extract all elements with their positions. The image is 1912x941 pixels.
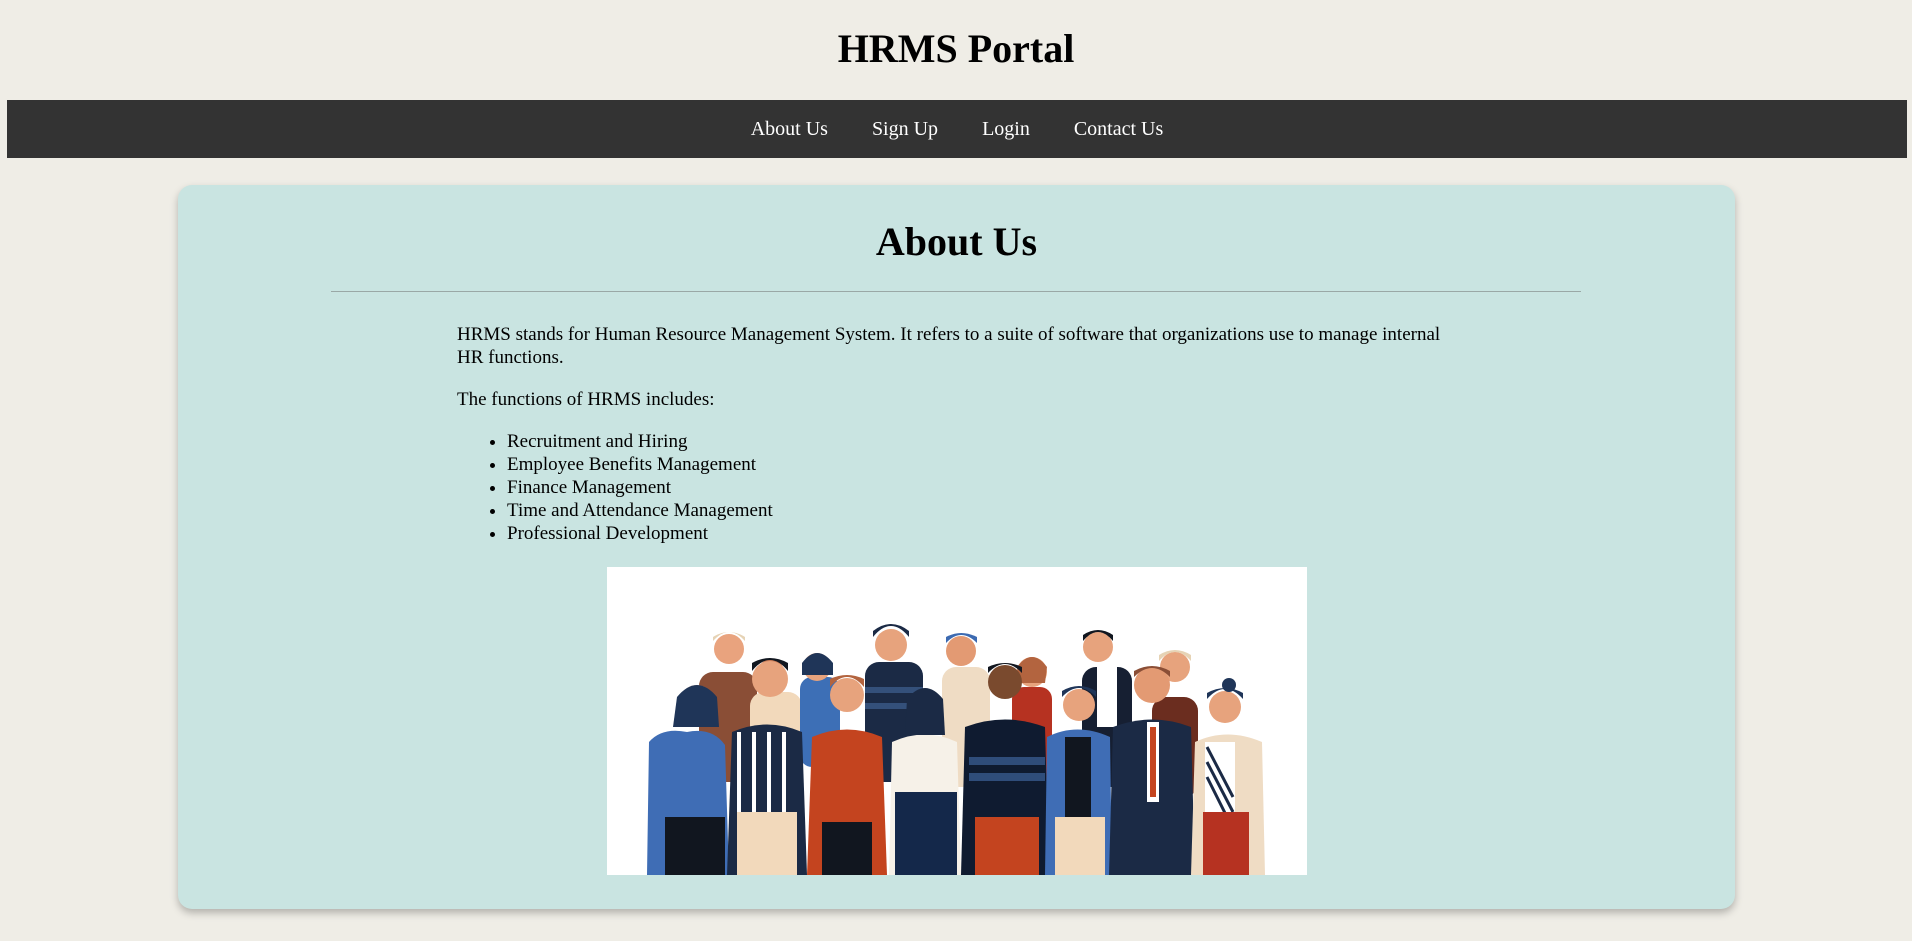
list-item: Recruitment and Hiring bbox=[507, 430, 1457, 453]
people-group-illustration bbox=[607, 567, 1307, 875]
nav-link-contact-us[interactable]: Contact Us bbox=[1052, 100, 1185, 158]
nav-link-login[interactable]: Login bbox=[960, 100, 1052, 158]
about-us-card: About Us HRMS stands for Human Resource … bbox=[178, 185, 1735, 909]
team-illustration bbox=[607, 567, 1307, 875]
nav-link-about-us[interactable]: About Us bbox=[729, 100, 850, 158]
about-content: HRMS stands for Human Resource Managemen… bbox=[457, 323, 1457, 545]
section-divider bbox=[331, 291, 1581, 292]
nav-link-sign-up[interactable]: Sign Up bbox=[850, 100, 960, 158]
about-us-heading: About Us bbox=[875, 219, 1038, 264]
main-navbar: About Us Sign Up Login Contact Us bbox=[7, 100, 1907, 158]
list-item: Professional Development bbox=[507, 522, 1457, 545]
list-item: Finance Management bbox=[507, 476, 1457, 499]
site-title: HRMS Portal bbox=[837, 26, 1075, 71]
hrms-description: HRMS stands for Human Resource Managemen… bbox=[457, 324, 1441, 368]
list-item: Time and Attendance Management bbox=[507, 499, 1457, 522]
functions-list: Recruitment and Hiring Employee Benefits… bbox=[457, 430, 1457, 545]
list-item: Employee Benefits Management bbox=[507, 453, 1457, 476]
functions-intro: The functions of HRMS includes: bbox=[457, 389, 715, 410]
